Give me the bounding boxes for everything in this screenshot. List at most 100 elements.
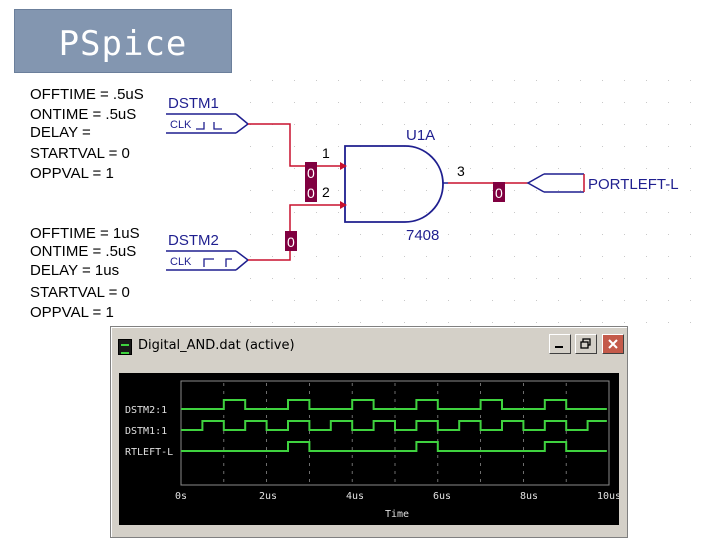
grid-dot: [272, 256, 273, 257]
grid-dot: [690, 146, 691, 147]
grid-dot: [316, 124, 317, 125]
restore-icon: [580, 338, 591, 349]
grid-dot: [250, 234, 251, 235]
grid-dot: [492, 190, 493, 191]
grid-dot: [580, 146, 581, 147]
grid-dot: [382, 278, 383, 279]
grid-dot: [536, 300, 537, 301]
gate-pin-out: 3: [457, 163, 465, 179]
grid-dot: [250, 256, 251, 257]
grid-dot: [272, 300, 273, 301]
grid-dot: [338, 300, 339, 301]
grid-dot: [382, 124, 383, 125]
grid-dot: [316, 102, 317, 103]
grid-dot: [602, 256, 603, 257]
grid-dot: [690, 234, 691, 235]
grid-dot: [470, 322, 471, 323]
waveform-plot[interactable]: DSTM2:1 DSTM1:1 RTLEFT-L 0s 2us 4us 6us …: [119, 373, 619, 525]
grid-dot: [448, 146, 449, 147]
probe-app-icon: [118, 339, 132, 355]
grid-dot: [360, 278, 361, 279]
grid-dot: [602, 146, 603, 147]
minimize-button[interactable]: [549, 334, 571, 354]
signal-label-dstm1: DSTM1:1: [125, 426, 167, 437]
grid-dot: [272, 102, 273, 103]
grid-dot: [448, 256, 449, 257]
grid-dot: [492, 234, 493, 235]
grid-dot: [426, 146, 427, 147]
x-tick-5: 10us: [597, 491, 619, 502]
grid-dot: [514, 256, 515, 257]
signal-label-portleft: RTLEFT-L: [125, 447, 173, 458]
grid-dot: [294, 124, 295, 125]
grid-dot: [668, 146, 669, 147]
dstm2-clock-glyph: [203, 258, 232, 267]
grid-dot: [646, 80, 647, 81]
grid-dot: [360, 234, 361, 235]
grid-dot: [492, 278, 493, 279]
grid-dot: [514, 278, 515, 279]
grid-dot: [426, 168, 427, 169]
grid-dot: [690, 300, 691, 301]
grid-dot: [668, 80, 669, 81]
x-tick-1: 2us: [259, 491, 277, 502]
grid-dot: [602, 102, 603, 103]
grid-dot: [580, 300, 581, 301]
grid-dot: [294, 256, 295, 257]
grid-dot: [624, 212, 625, 213]
x-axis-label: Time: [385, 509, 409, 520]
grid-dot: [382, 300, 383, 301]
grid-dot: [316, 256, 317, 257]
grid-dot: [360, 80, 361, 81]
grid-dot: [558, 300, 559, 301]
grid-dot: [360, 212, 361, 213]
dstm1-source-symbol[interactable]: CLK: [166, 113, 250, 134]
grid-dot: [492, 146, 493, 147]
grid-dot: [624, 80, 625, 81]
grid-dot: [404, 234, 405, 235]
and-gate-u1a[interactable]: [340, 145, 448, 223]
grid-dot: [250, 190, 251, 191]
dstm2-param-delay: DELAY = 1us: [30, 262, 119, 279]
grid-dot: [448, 234, 449, 235]
grid-dot: [580, 212, 581, 213]
dstm2-source-symbol[interactable]: CLK: [166, 250, 250, 271]
grid-dot: [646, 168, 647, 169]
grid-dot: [624, 278, 625, 279]
grid-dot: [426, 80, 427, 81]
grid-dot: [690, 168, 691, 169]
x-tick-2: 4us: [346, 491, 364, 502]
waveform-titlebar[interactable]: Digital_AND.dat (active): [114, 330, 624, 360]
close-button[interactable]: [602, 334, 624, 354]
port-symbol[interactable]: [526, 173, 585, 193]
net-value-dstm2: 0: [287, 234, 295, 250]
grid-dot: [668, 300, 669, 301]
grid-dot: [338, 124, 339, 125]
grid-dot: [624, 322, 625, 323]
grid-dot: [338, 146, 339, 147]
grid-dot: [426, 190, 427, 191]
grid-dot: [316, 212, 317, 213]
grid-dot: [514, 322, 515, 323]
grid-dot: [624, 146, 625, 147]
grid-dot: [690, 80, 691, 81]
grid-dot: [470, 234, 471, 235]
grid-dot: [426, 322, 427, 323]
grid-dot: [602, 124, 603, 125]
grid-dot: [514, 190, 515, 191]
grid-dot: [580, 190, 581, 191]
restore-button[interactable]: [575, 334, 597, 354]
grid-dot: [294, 300, 295, 301]
grid-dot: [382, 190, 383, 191]
dstm2-param-ontime: ONTIME = .5uS: [30, 243, 136, 260]
grid-dot: [426, 278, 427, 279]
grid-dot: [624, 102, 625, 103]
waveform-window[interactable]: Digital_AND.dat (active) DSTM2:1 DSTM1:1…: [110, 326, 628, 538]
grid-dot: [536, 212, 537, 213]
grid-dot: [624, 168, 625, 169]
grid-dot: [250, 278, 251, 279]
grid-dot: [448, 80, 449, 81]
grid-dot: [338, 322, 339, 323]
grid-dot: [558, 80, 559, 81]
port-label: PORTLEFT-L: [588, 176, 679, 193]
